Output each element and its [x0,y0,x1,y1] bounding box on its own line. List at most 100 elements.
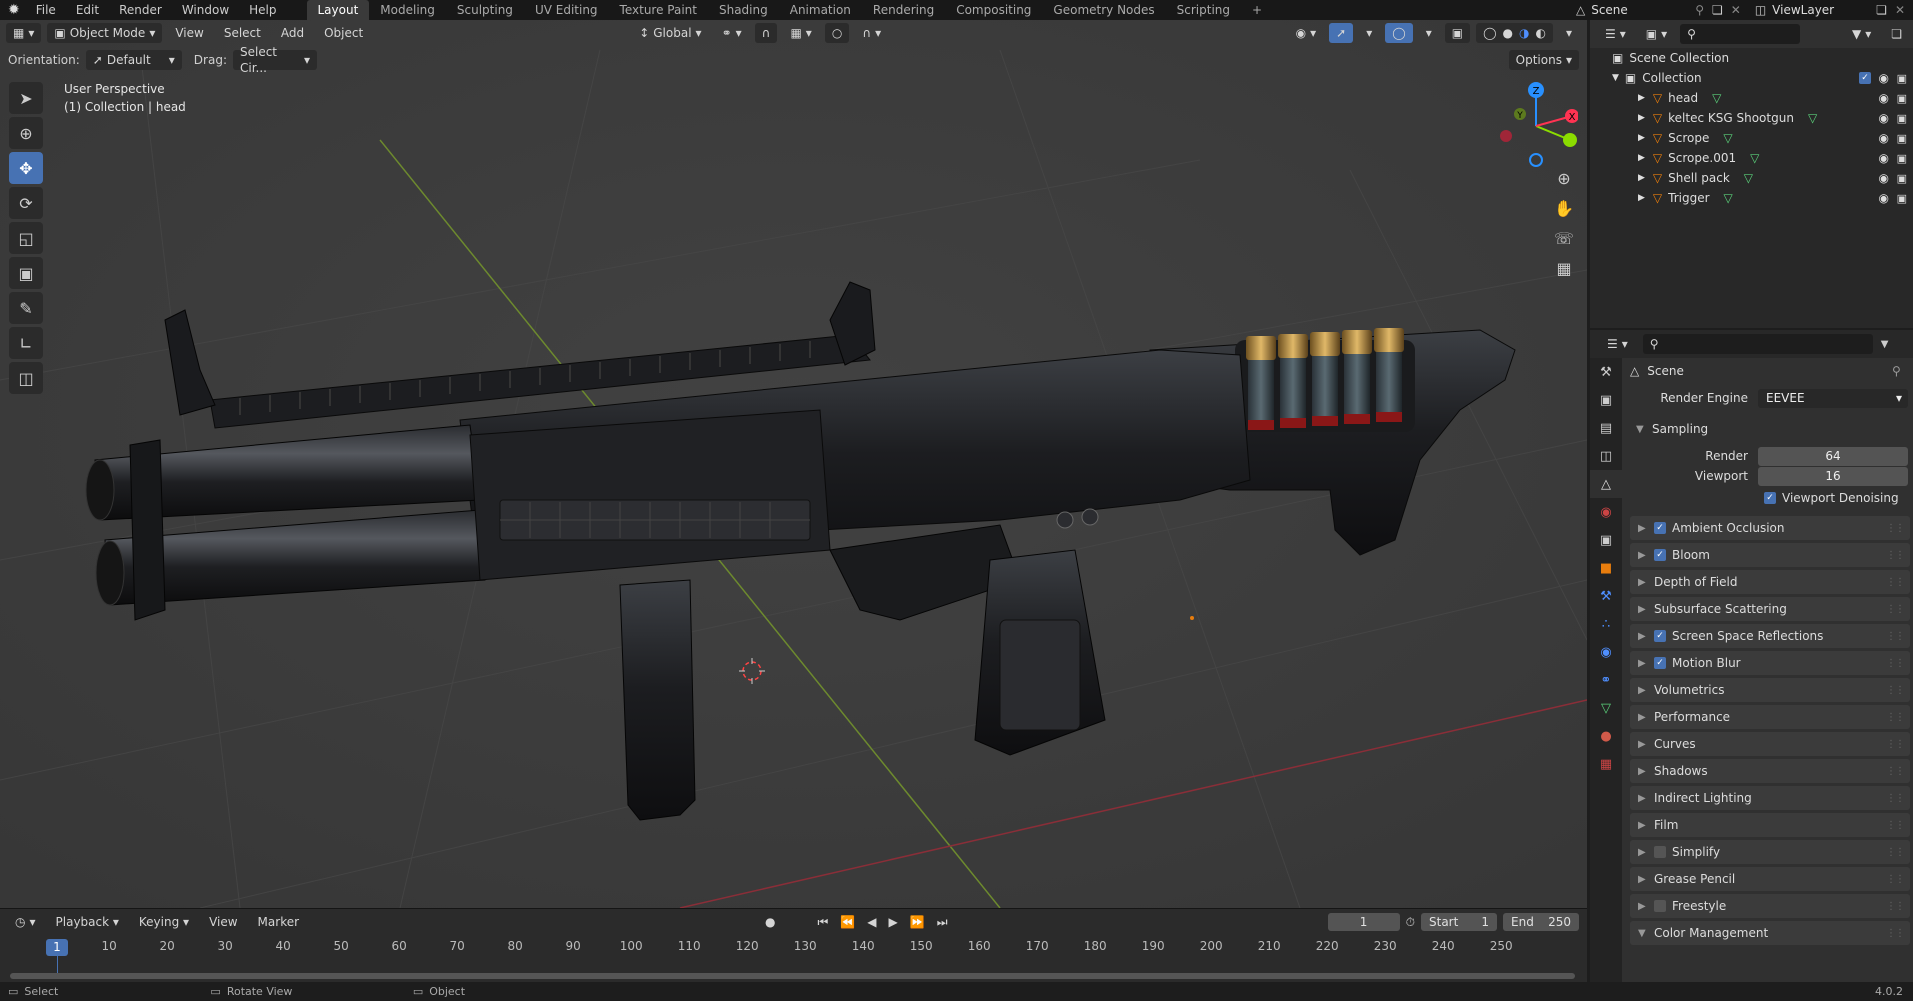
eye-icon[interactable]: ◉ [1879,131,1889,145]
menu-add[interactable]: Add [274,24,311,42]
blender-logo-icon[interactable]: ✹ [0,2,26,18]
wireframe-shading-icon[interactable]: ◯ [1483,25,1496,41]
drag-handle-icon[interactable]: ⋮⋮ [1886,928,1905,939]
expand-icon[interactable]: ▶ [1638,133,1645,143]
menu-object[interactable]: Object [317,24,370,42]
sampling-panel-header[interactable]: ▼ Sampling [1630,418,1910,440]
new-view-layer-icon[interactable]: ❏ [1872,3,1891,17]
data-tab[interactable]: ▽ [1590,694,1622,722]
playhead[interactable]: 1 [46,939,68,956]
proportional-edit-toggle[interactable]: ○ [824,23,850,43]
menu-timeline-view[interactable]: View [202,913,244,931]
camera-icon[interactable]: ▣ [1897,192,1907,205]
scene-name[interactable]: Scene [1591,3,1691,17]
shading-options-select[interactable]: ▾ [1559,23,1579,43]
drag-handle-icon[interactable]: ⋮⋮ [1886,820,1905,831]
drag-handle-icon[interactable]: ⋮⋮ [1886,712,1905,723]
modifier-tab[interactable]: ⚒ [1590,582,1622,610]
add-cube-tool[interactable]: ◫ [9,362,43,394]
next-keyframe-button[interactable]: ⏩ [907,912,928,932]
render-samples-field[interactable]: 64 [1758,447,1908,466]
tab-texture-paint[interactable]: Texture Paint [609,0,708,20]
editor-type-button[interactable]: ▦ ▾ [6,23,42,43]
viewport-denoising-checkbox[interactable]: ✓ Viewport Denoising [1764,491,1899,505]
xray-toggle[interactable]: ▣ [1444,23,1471,43]
measure-tool[interactable]: ∟ [9,327,43,359]
chevron-down-icon[interactable]: ▼ [1881,339,1889,350]
tab-layout[interactable]: Layout [306,0,370,20]
record-button[interactable]: ● [758,912,782,932]
mode-select[interactable]: ▣ Object Mode ▾ [47,23,163,43]
annotate-tool[interactable]: ✎ [9,292,43,324]
pivot-select[interactable]: ⚭ ▾ [715,23,749,43]
drag-handle-icon[interactable]: ⋮⋮ [1886,847,1905,858]
material-tab[interactable]: ● [1590,722,1622,750]
menu-playback[interactable]: Playback ▾ [49,913,126,931]
outliner-editor-type[interactable]: ☰ ▾ [1598,24,1633,44]
camera-icon[interactable]: ▣ [1897,132,1907,145]
rotate-tool[interactable]: ⟳ [9,187,43,219]
camera-icon[interactable]: ▣ [1897,112,1907,125]
pin-icon[interactable]: ⚲ [1892,364,1901,378]
menu-marker[interactable]: Marker [251,913,306,931]
expand-icon[interactable]: ▶ [1638,93,1645,103]
filter-button[interactable]: ▼ ▾ [1845,24,1878,44]
eye-icon[interactable]: ◉ [1879,111,1889,125]
eye-icon[interactable]: ◉ [1879,171,1889,185]
panel-enable-checkbox[interactable]: ✓ [1654,522,1666,534]
drag-handle-icon[interactable]: ⋮⋮ [1886,901,1905,912]
prev-keyframe-button[interactable]: ⏪ [837,912,858,932]
menu-edit[interactable]: Edit [66,0,109,20]
menu-file[interactable]: File [26,0,66,20]
frame-ruler[interactable]: 1 10 20 30 40 50 60 70 80 90 100 110 120 130 140 150 16… [0,937,1587,978]
select-tool[interactable]: ➤ [9,82,43,114]
panel-header[interactable]: ▶ Volumetrics ⋮⋮ [1630,678,1910,702]
outliner-object-row[interactable]: ▶ ▽ head ▽ ◉ ▣ [1590,88,1913,108]
drag-handle-icon[interactable]: ⋮⋮ [1886,739,1905,750]
panel-header[interactable]: ▶ Freestyle ⋮⋮ [1630,894,1910,918]
transform-tool[interactable]: ▣ [9,257,43,289]
jump-end-button[interactable]: ⏭ [934,912,951,932]
display-mode-select[interactable]: ▣ ▾ [1639,24,1674,44]
outliner-object-row[interactable]: ▶ ▽ Shell pack ▽ ◉ ▣ [1590,168,1913,188]
transform-orientation-select[interactable]: ↕ Global ▾ [632,23,708,43]
play-reverse-button[interactable]: ◀ [864,912,879,932]
view-layer-icon[interactable]: ◫ [1749,3,1772,17]
menu-view[interactable]: View [168,24,210,42]
solid-shading-icon[interactable]: ● [1503,25,1513,41]
panel-header[interactable]: ▶ ✓ Motion Blur ⋮⋮ [1630,651,1910,675]
tab-sculpting[interactable]: Sculpting [446,0,524,20]
camera-icon[interactable]: ▣ [1897,172,1907,185]
menu-help[interactable]: Help [239,0,286,20]
tab-shading[interactable]: Shading [708,0,779,20]
cursor-tool[interactable]: ⊕ [9,117,43,149]
properties-editor-type[interactable]: ☰ ▾ [1600,334,1635,354]
camera-icon[interactable]: ▣ [1897,92,1907,105]
snap-toggle[interactable]: ∩ [754,23,778,43]
eye-icon[interactable]: ◉ [1879,71,1889,85]
camera-icon[interactable]: ▣ [1897,72,1907,85]
mesh-data-icon[interactable]: ▽ [1712,91,1721,105]
drag-handle-icon[interactable]: ⋮⋮ [1886,604,1905,615]
drag-handle-icon[interactable]: ⋮⋮ [1886,793,1905,804]
tab-modeling[interactable]: Modeling [369,0,446,20]
drag-handle-icon[interactable]: ⋮⋮ [1886,577,1905,588]
new-collection-button[interactable]: ❏ [1884,24,1909,44]
start-frame-field[interactable]: Start 1 [1421,913,1497,931]
tab-scripting[interactable]: Scripting [1166,0,1241,20]
panel-header[interactable]: ▶ ✓ Screen Space Reflections ⋮⋮ [1630,624,1910,648]
panel-header[interactable]: ▶ Indirect Lighting ⋮⋮ [1630,786,1910,810]
mesh-data-icon[interactable]: ▽ [1750,151,1759,165]
view-layer-tab[interactable]: ◫ [1590,442,1622,470]
tab-compositing[interactable]: Compositing [945,0,1042,20]
ortho-grid-icon[interactable]: ▦ [1550,254,1578,282]
end-frame-field[interactable]: End 250 [1503,913,1579,931]
panel-header[interactable]: ▶ ✓ Ambient Occlusion ⋮⋮ [1630,516,1910,540]
render-engine-select[interactable]: EEVEE ▾ [1758,389,1908,408]
options-button[interactable]: Options ▾ [1508,50,1579,70]
camera-icon[interactable]: ▣ [1897,152,1907,165]
move-tool[interactable]: ✥ [9,152,43,184]
expand-icon[interactable]: ▶ [1638,193,1645,203]
timeline-editor-type[interactable]: ◷ ▾ [8,912,43,932]
add-workspace-button[interactable]: + [1241,0,1273,20]
